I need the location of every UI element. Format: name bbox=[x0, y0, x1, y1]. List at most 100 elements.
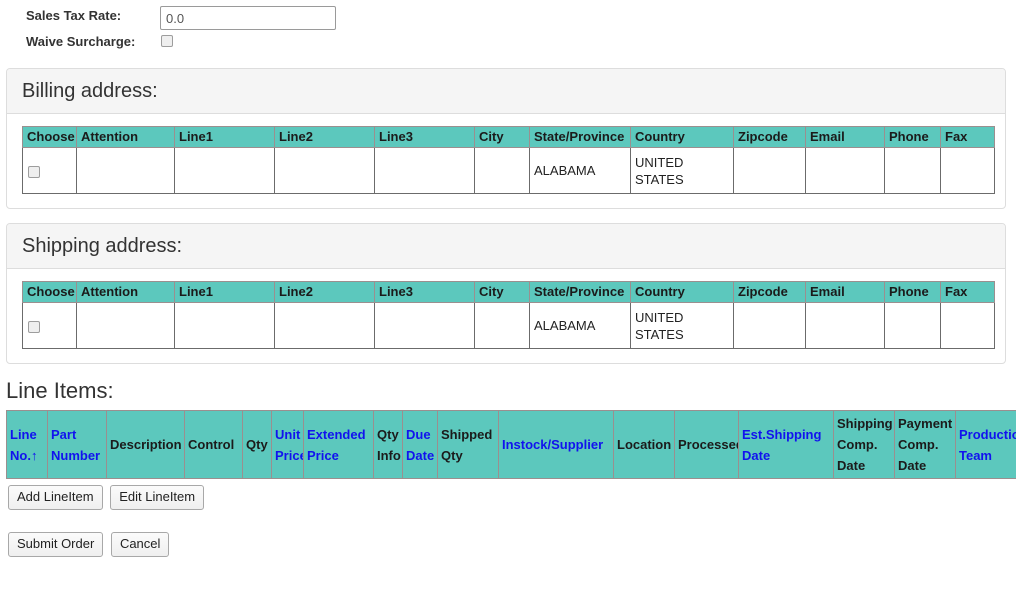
billing-cell-zipcode bbox=[733, 147, 806, 194]
line-items-col-qty: Qty bbox=[242, 410, 272, 479]
line-items-col-instock-supplier[interactable]: Instock/Supplier bbox=[498, 410, 614, 479]
shipping-address-panel: Shipping address: Choose Attention Line1… bbox=[6, 223, 1006, 364]
billing-col-city: City bbox=[474, 126, 530, 148]
billing-address-header-row: Choose Attention Line1 Line2 Line3 City … bbox=[22, 126, 995, 148]
billing-col-country: Country bbox=[630, 126, 734, 148]
sort-asc-icon: ↑ bbox=[30, 447, 38, 463]
line-items-table: Line No.↑ Part Number Description Contro… bbox=[6, 410, 1016, 479]
shipping-cell-state: ALABAMA bbox=[529, 302, 631, 349]
sort-link-line-no[interactable]: Line No.↑ bbox=[10, 427, 37, 463]
shipping-col-attention: Attention bbox=[76, 281, 175, 303]
sort-link-est-shipping-date[interactable]: Est.Shipping Date bbox=[742, 427, 821, 463]
shipping-col-line1: Line1 bbox=[174, 281, 275, 303]
waive-surcharge-checkbox[interactable] bbox=[161, 35, 173, 47]
shipping-cell-zipcode bbox=[733, 302, 806, 349]
order-settings-form: Sales Tax Rate: Waive Surcharge: bbox=[0, 0, 1016, 68]
billing-col-line1: Line1 bbox=[174, 126, 275, 148]
billing-address-body: Choose Attention Line1 Line2 Line3 City … bbox=[7, 114, 1005, 208]
billing-col-fax: Fax bbox=[940, 126, 995, 148]
shipping-address-body: Choose Attention Line1 Line2 Line3 City … bbox=[7, 269, 1005, 363]
add-lineitem-button[interactable]: Add LineItem bbox=[8, 485, 103, 510]
billing-cell-fax bbox=[940, 147, 995, 194]
billing-choose-checkbox[interactable] bbox=[28, 166, 40, 178]
shipping-choose-cell bbox=[22, 302, 77, 349]
billing-cell-line2 bbox=[274, 147, 375, 194]
line-items-col-est-shipping-date[interactable]: Est.Shipping Date bbox=[738, 410, 834, 479]
billing-col-line3: Line3 bbox=[374, 126, 475, 148]
shipping-choose-checkbox[interactable] bbox=[28, 321, 40, 333]
line-items-col-shipping-comp-date: Shipping Comp. Date bbox=[833, 410, 895, 479]
billing-col-choose: Choose bbox=[22, 126, 77, 148]
sort-link-instock-supplier[interactable]: Instock/Supplier bbox=[502, 437, 603, 452]
line-items-col-part-number[interactable]: Part Number bbox=[47, 410, 107, 479]
edit-lineitem-button[interactable]: Edit LineItem bbox=[110, 485, 205, 510]
line-items-col-qty-info: Qty Info bbox=[373, 410, 403, 479]
shipping-col-fax: Fax bbox=[940, 281, 995, 303]
line-items-col-location: Location bbox=[613, 410, 675, 479]
shipping-cell-line2 bbox=[274, 302, 375, 349]
shipping-col-zipcode: Zipcode bbox=[733, 281, 806, 303]
billing-col-email: Email bbox=[805, 126, 885, 148]
shipping-col-choose: Choose bbox=[22, 281, 77, 303]
line-items-col-extended-price[interactable]: Extended Price bbox=[303, 410, 374, 479]
shipping-col-email: Email bbox=[805, 281, 885, 303]
line-items-col-production-team[interactable]: Production Team bbox=[955, 410, 1016, 479]
sort-link-unit-price[interactable]: Unit Price bbox=[275, 427, 303, 463]
shipping-col-phone: Phone bbox=[884, 281, 941, 303]
shipping-cell-country: UNITED STATES bbox=[630, 302, 734, 349]
order-form-page: Sales Tax Rate: Waive Surcharge: Billing… bbox=[0, 0, 1016, 600]
billing-address-table: Choose Attention Line1 Line2 Line3 City … bbox=[22, 126, 995, 194]
sort-link-production-team[interactable]: Production Team bbox=[959, 427, 1016, 463]
billing-cell-state: ALABAMA bbox=[529, 147, 631, 194]
billing-cell-city bbox=[474, 147, 530, 194]
shipping-address-header-row: Choose Attention Line1 Line2 Line3 City … bbox=[22, 281, 995, 303]
submit-order-button[interactable]: Submit Order bbox=[8, 532, 104, 557]
table-row: ALABAMA UNITED STATES bbox=[22, 302, 995, 349]
line-items-title: Line Items: bbox=[6, 378, 114, 403]
sales-tax-rate-control bbox=[160, 6, 1016, 30]
sales-tax-rate-label: Sales Tax Rate: bbox=[26, 8, 122, 23]
shipping-cell-line3 bbox=[374, 302, 475, 349]
waive-surcharge-label: Waive Surcharge: bbox=[26, 34, 136, 49]
shipping-cell-city bbox=[474, 302, 530, 349]
billing-col-state: State/Province bbox=[529, 126, 631, 148]
billing-cell-line1 bbox=[174, 147, 275, 194]
cancel-button[interactable]: Cancel bbox=[110, 532, 170, 557]
order-actions: Submit Order Cancel bbox=[8, 532, 1016, 557]
line-items-col-processed: Processed bbox=[674, 410, 739, 479]
billing-address-panel: Billing address: Choose Attention Line1 … bbox=[6, 68, 1006, 209]
table-row: ALABAMA UNITED STATES bbox=[22, 147, 995, 194]
shipping-cell-line1 bbox=[174, 302, 275, 349]
shipping-cell-email bbox=[805, 302, 885, 349]
line-items-col-unit-price[interactable]: Unit Price bbox=[271, 410, 304, 479]
sales-tax-rate-row: Sales Tax Rate: bbox=[0, 6, 1016, 32]
line-items-col-due-date[interactable]: Due Date bbox=[402, 410, 438, 479]
sort-link-extended-price[interactable]: Extended Price bbox=[307, 427, 366, 463]
billing-cell-line3 bbox=[374, 147, 475, 194]
billing-col-zipcode: Zipcode bbox=[733, 126, 806, 148]
billing-address-title: Billing address: bbox=[22, 80, 158, 102]
billing-cell-email bbox=[805, 147, 885, 194]
shipping-cell-fax bbox=[940, 302, 995, 349]
shipping-col-city: City bbox=[474, 281, 530, 303]
shipping-col-state: State/Province bbox=[529, 281, 631, 303]
line-items-header-row: Line No.↑ Part Number Description Contro… bbox=[6, 410, 1016, 479]
line-items-table-scroll[interactable]: Line No.↑ Part Number Description Contro… bbox=[6, 410, 1016, 479]
line-items-col-line-no[interactable]: Line No.↑ bbox=[6, 410, 48, 479]
sort-link-due-date[interactable]: Due Date bbox=[406, 427, 434, 463]
line-items-col-description: Description bbox=[106, 410, 185, 479]
waive-surcharge-control bbox=[160, 32, 1016, 47]
billing-choose-cell bbox=[22, 147, 77, 194]
billing-col-phone: Phone bbox=[884, 126, 941, 148]
shipping-address-table: Choose Attention Line1 Line2 Line3 City … bbox=[22, 281, 995, 349]
billing-col-line2: Line2 bbox=[274, 126, 375, 148]
shipping-address-title: Shipping address: bbox=[22, 235, 183, 257]
sales-tax-rate-input[interactable] bbox=[160, 6, 336, 30]
shipping-col-country: Country bbox=[630, 281, 734, 303]
shipping-col-line2: Line2 bbox=[274, 281, 375, 303]
shipping-address-heading: Shipping address: bbox=[7, 224, 1005, 269]
billing-cell-country: UNITED STATES bbox=[630, 147, 734, 194]
billing-address-heading: Billing address: bbox=[7, 69, 1005, 114]
sort-link-part-number[interactable]: Part Number bbox=[51, 427, 100, 463]
billing-col-attention: Attention bbox=[76, 126, 175, 148]
